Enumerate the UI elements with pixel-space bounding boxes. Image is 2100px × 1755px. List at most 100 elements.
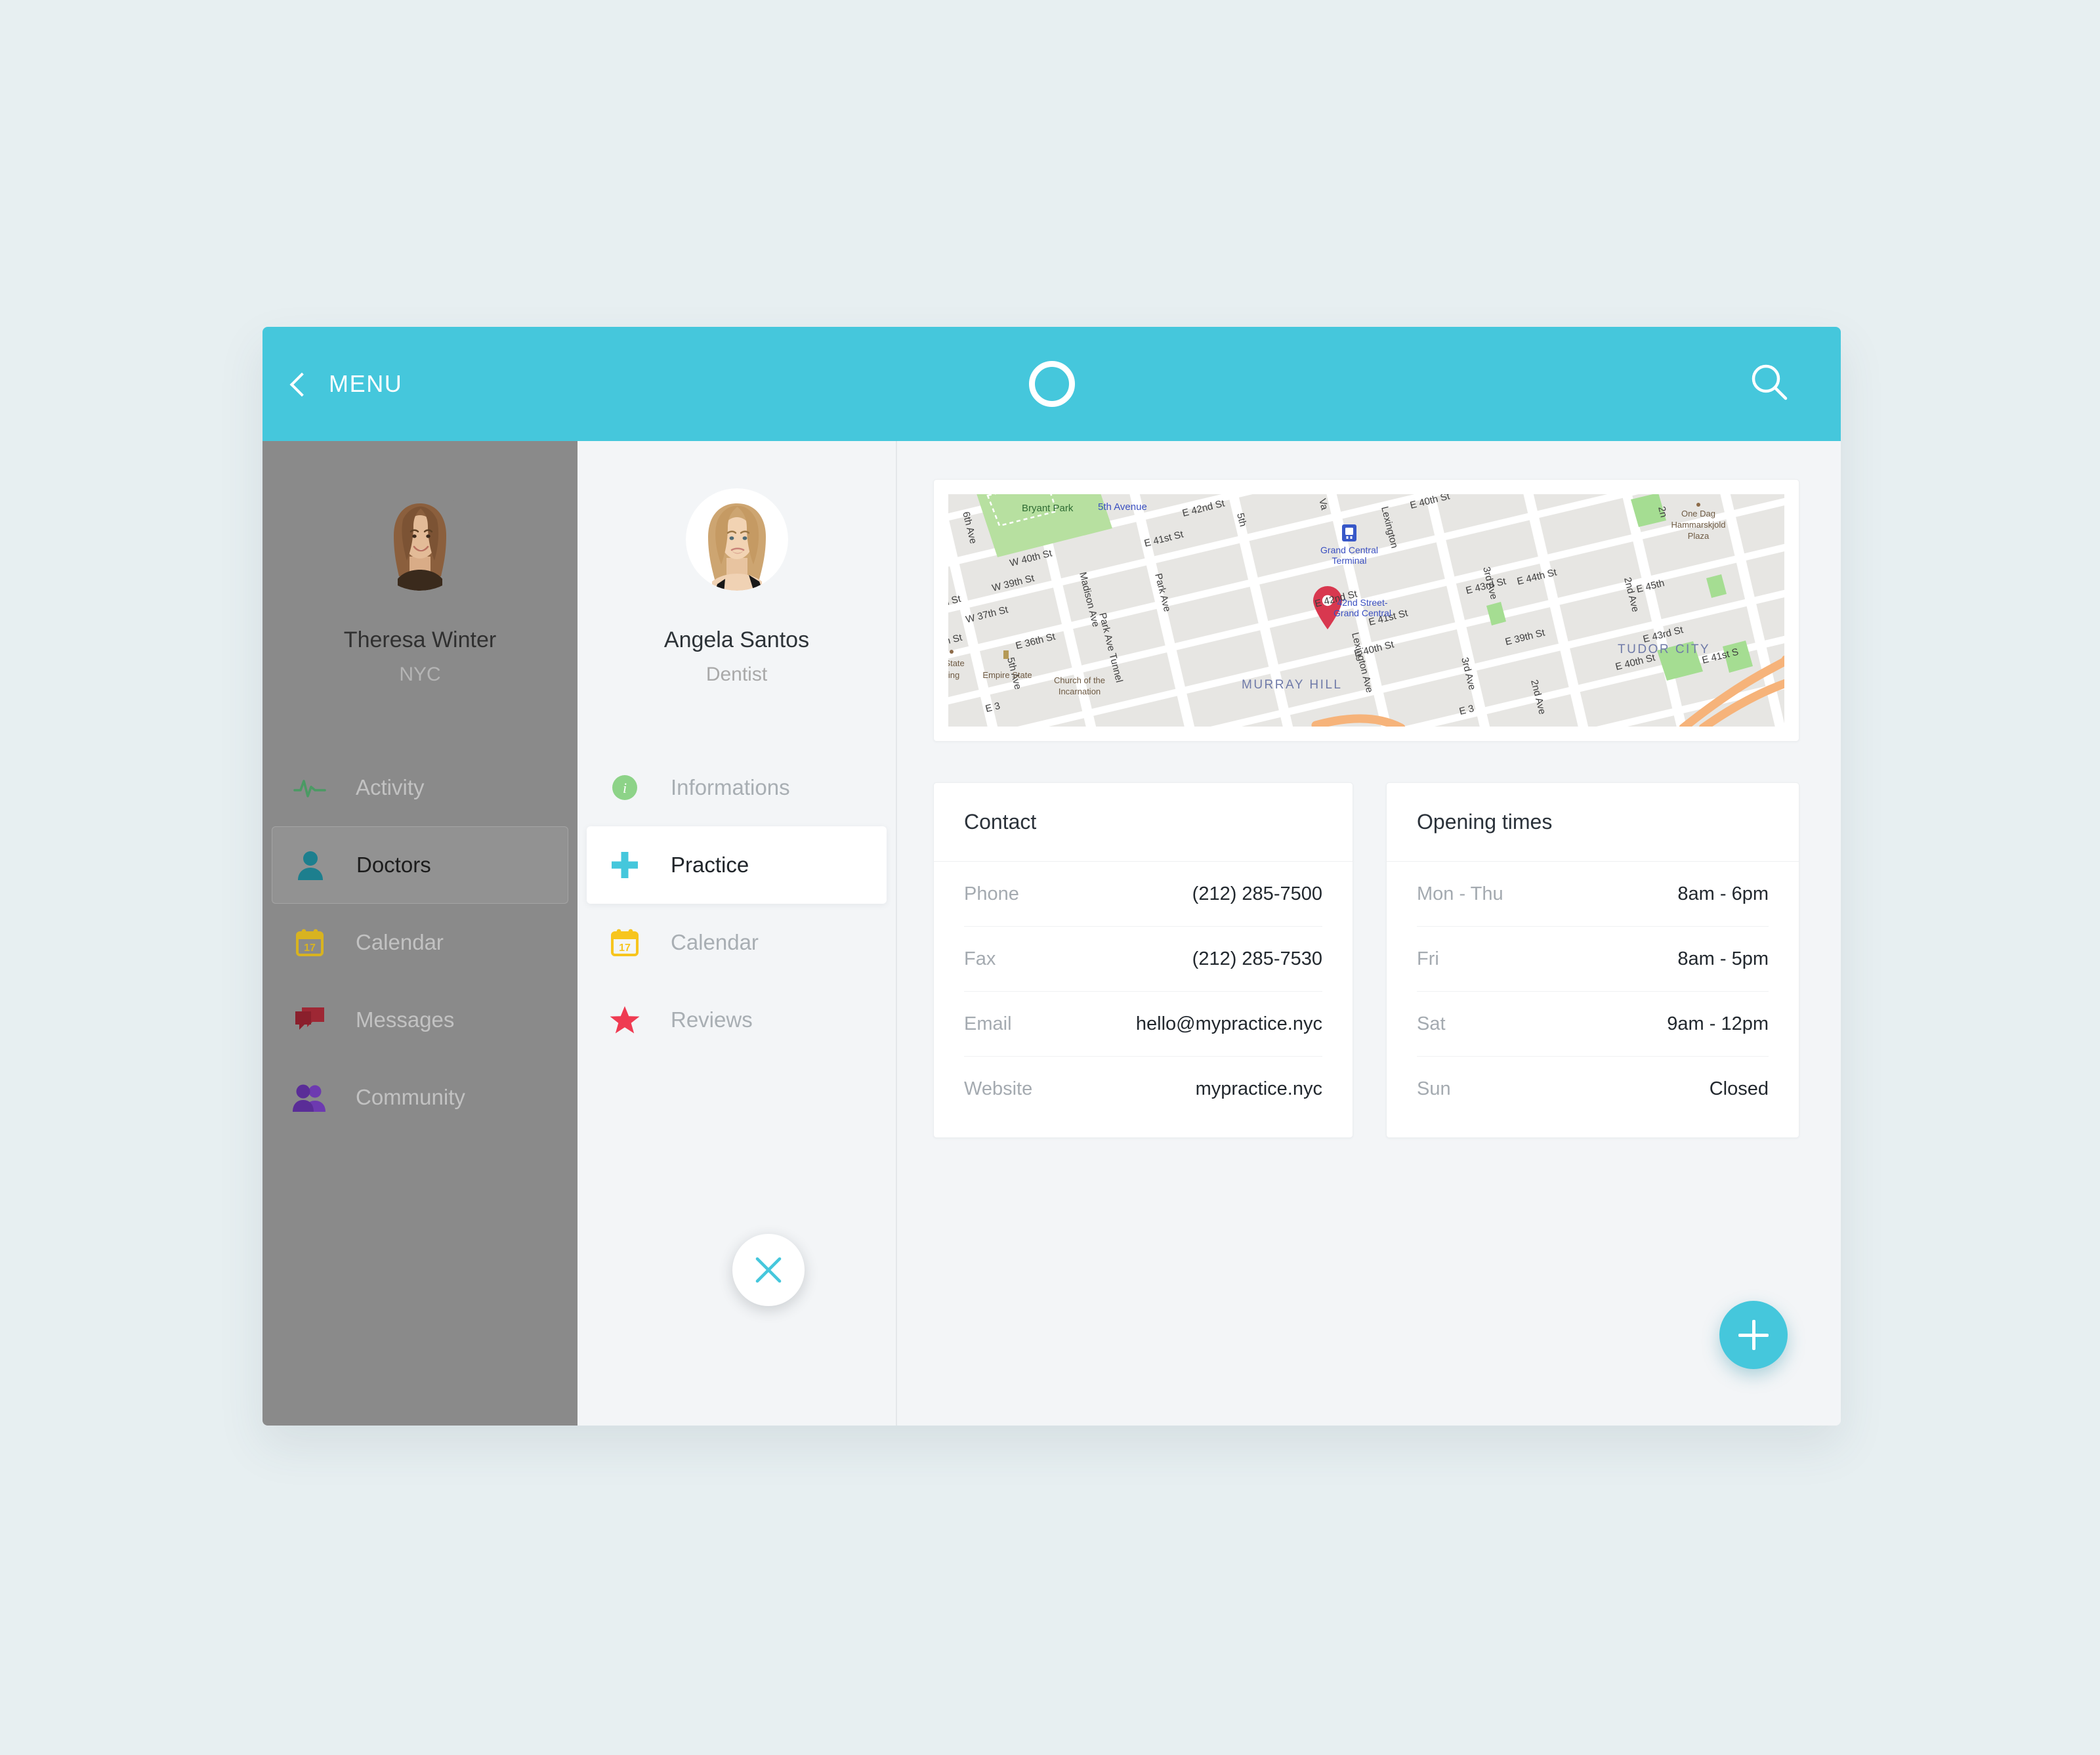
sidebar-item-calendar[interactable]: 17 Calendar [262, 904, 578, 981]
svg-text:ilding: ilding [948, 670, 959, 680]
chevron-left-icon [289, 372, 314, 397]
svg-text:Incarnation: Incarnation [1059, 687, 1101, 696]
svg-text:TUDOR CITY: TUDOR CITY [1618, 643, 1710, 656]
detail-item-label: Informations [671, 775, 790, 799]
svg-text:Grand Central: Grand Central [1334, 608, 1391, 618]
table-row: Email hello@mypractice.nyc [964, 992, 1322, 1057]
detail-profile-name: Angela Santos [663, 627, 810, 652]
table-row: Mon - Thu 8am - 6pm [1417, 862, 1769, 927]
table-row: Website mypractice.nyc [964, 1057, 1322, 1122]
avatar-angela-santos [685, 488, 788, 591]
medical-cross-icon [606, 847, 643, 883]
svg-text:re State: re State [948, 658, 965, 668]
svg-text:MURRAY HILL: MURRAY HILL [1242, 678, 1343, 692]
opening-times-card-title: Opening times [1387, 783, 1799, 862]
svg-text:i: i [623, 780, 627, 796]
row-value: (212) 285-7530 [1192, 948, 1322, 969]
sidebar-item-label: Doctors [356, 853, 431, 877]
calendar-icon: 17 [291, 924, 328, 961]
row-value: 8am - 6pm [1677, 883, 1769, 904]
svg-text:17: 17 [304, 942, 316, 954]
row-value: Closed [1709, 1078, 1769, 1099]
circle-logo-icon [1028, 361, 1075, 407]
detail-item-label: Calendar [671, 930, 759, 954]
row-label: Sun [1417, 1078, 1451, 1099]
add-button[interactable] [1719, 1301, 1788, 1369]
table-row: Fri 8am - 5pm [1417, 927, 1769, 992]
svg-text:Church of the: Church of the [1054, 675, 1105, 685]
menu-label: MENU [329, 370, 403, 397]
table-row: Phone (212) 285-7500 [964, 862, 1322, 927]
opening-times-rows: Mon - Thu 8am - 6pm Fri 8am - 5pm Sat 9a… [1387, 862, 1799, 1122]
row-label: Fax [964, 948, 996, 969]
street-map: 6th Ave 5th Ave 5th Madison Ave Park Ave… [948, 494, 1784, 727]
svg-text:Hammarskjold: Hammarskjold [1671, 520, 1725, 530]
sidebar-profile: Theresa Winter NYC [262, 441, 578, 686]
plus-icon [1752, 1320, 1755, 1350]
detail-item-label: Practice [671, 853, 749, 877]
sidebar-item-doctors[interactable]: Doctors [272, 826, 568, 904]
person-icon [292, 847, 329, 883]
row-value: (212) 285-7500 [1192, 883, 1322, 904]
app-window: MENU Theresa Winter NYC Activity Doctors… [262, 327, 1841, 1426]
search-icon[interactable] [1745, 359, 1795, 409]
avatar-theresa-winter [369, 488, 471, 591]
sidebar-nav: Activity Doctors 17 Calendar Messages Co… [262, 749, 578, 1136]
close-icon [755, 1257, 782, 1283]
row-label: Sat [1417, 1013, 1446, 1034]
svg-text:Plaza: Plaza [1688, 531, 1710, 541]
row-label: Website [964, 1078, 1033, 1099]
sidebar-item-community[interactable]: Community [262, 1059, 578, 1136]
svg-text:One Dag: One Dag [1681, 509, 1715, 518]
detail-item-informations[interactable]: i Informations [578, 749, 896, 826]
row-label: Phone [964, 883, 1019, 904]
sidebar-profile-name: Theresa Winter [343, 627, 497, 652]
detail-item-practice[interactable]: Practice [587, 826, 887, 904]
svg-text:42nd Street-: 42nd Street- [1337, 597, 1387, 608]
row-value: mypractice.nyc [1195, 1078, 1322, 1099]
star-icon [606, 1002, 643, 1038]
detail-profile: Angela Santos Dentist [578, 441, 896, 686]
detail-item-calendar[interactable]: 17 Calendar [578, 904, 896, 981]
svg-text:Empire State: Empire State [982, 670, 1032, 680]
content-area: 6th Ave 5th Ave 5th Madison Ave Park Ave… [897, 441, 1841, 1426]
map-card: 6th Ave 5th Ave 5th Madison Ave Park Ave… [933, 479, 1799, 742]
calendar-icon: 17 [606, 924, 643, 961]
messages-icon [291, 1002, 328, 1038]
row-value: 8am - 5pm [1677, 948, 1769, 969]
detail-nav: i Informations Practice 17 Calendar Revi… [578, 749, 896, 1059]
pulse-icon [291, 769, 328, 806]
close-button[interactable] [732, 1234, 805, 1306]
svg-text:5th Avenue: 5th Avenue [1098, 501, 1147, 513]
table-row: Sun Closed [1417, 1057, 1769, 1122]
contact-card-title: Contact [934, 783, 1353, 862]
info-circle-icon: i [606, 769, 643, 806]
sidebar: Theresa Winter NYC Activity Doctors 17 C… [262, 441, 578, 1426]
row-label: Email [964, 1013, 1012, 1034]
table-row: Fax (212) 285-7530 [964, 927, 1322, 992]
sidebar-item-label: Messages [356, 1007, 455, 1032]
row-value: hello@mypractice.nyc [1135, 1013, 1322, 1034]
svg-text:Terminal: Terminal [1332, 555, 1367, 566]
svg-text:Bryant Park: Bryant Park [1022, 503, 1074, 514]
sidebar-item-label: Activity [356, 775, 425, 799]
menu-button[interactable]: MENU [289, 361, 403, 407]
table-row: Sat 9am - 12pm [1417, 992, 1769, 1057]
detail-profile-role: Dentist [705, 664, 768, 685]
opening-times-card: Opening times Mon - Thu 8am - 6pm Fri 8a… [1386, 782, 1799, 1138]
sidebar-profile-location: NYC [399, 664, 441, 685]
community-icon [291, 1079, 328, 1116]
sidebar-item-messages[interactable]: Messages [262, 981, 578, 1059]
map-viewport[interactable]: 6th Ave 5th Ave 5th Madison Ave Park Ave… [948, 494, 1784, 727]
row-label: Mon - Thu [1417, 883, 1503, 904]
contact-rows: Phone (212) 285-7500 Fax (212) 285-7530 … [934, 862, 1353, 1122]
sidebar-item-activity[interactable]: Activity [262, 749, 578, 826]
sidebar-item-label: Community [356, 1085, 465, 1109]
row-value: 9am - 12pm [1667, 1013, 1769, 1034]
detail-item-label: Reviews [671, 1007, 753, 1032]
top-bar: MENU [262, 327, 1841, 441]
row-label: Fri [1417, 948, 1439, 969]
svg-text:17: 17 [619, 942, 631, 954]
detail-item-reviews[interactable]: Reviews [578, 981, 896, 1059]
svg-text:Grand Central: Grand Central [1320, 545, 1378, 555]
